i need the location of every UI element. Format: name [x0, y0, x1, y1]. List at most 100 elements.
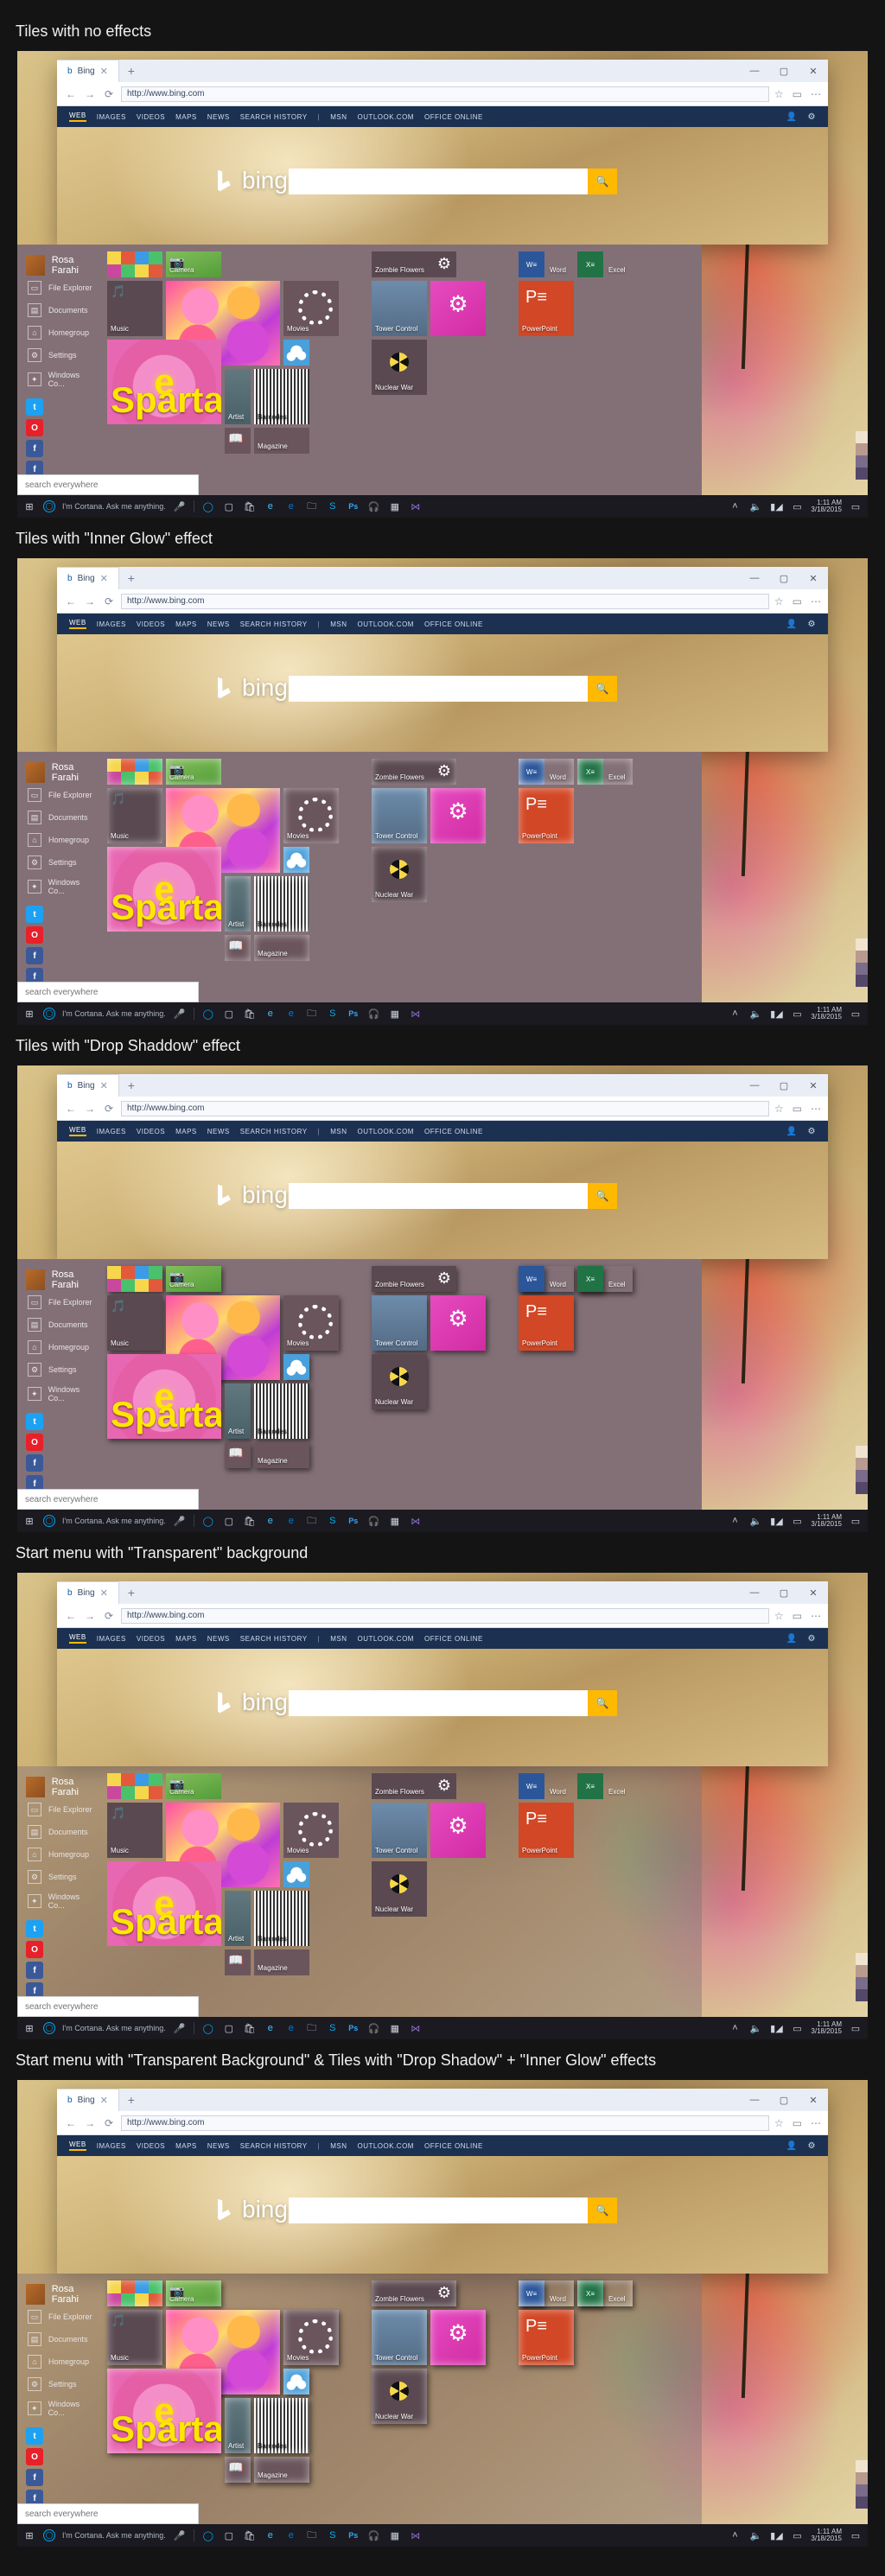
sidebar-item-documents[interactable]: ▤ Documents: [26, 1822, 99, 1842]
sidebar-item-explorer[interactable]: ▭ File Explorer: [26, 785, 99, 805]
bing-settings-icon[interactable]: ⚙: [808, 2141, 816, 2151]
bing-search-input[interactable]: [289, 2198, 588, 2223]
visualstudio-taskbar-icon[interactable]: ⋈: [409, 2530, 423, 2541]
bing-settings-icon[interactable]: ⚙: [808, 620, 816, 629]
sidebar-item-homegroup[interactable]: ⌂ Homegroup: [26, 322, 99, 343]
bing-nav-videos[interactable]: VIDEOS: [137, 1128, 165, 1135]
forward-button[interactable]: →: [83, 2117, 97, 2129]
pinned-twitter[interactable]: t: [26, 906, 43, 923]
bing-nav-news[interactable]: NEWS: [207, 1635, 230, 1643]
speaker-icon[interactable]: 🔈: [748, 501, 762, 512]
pinned-twitter[interactable]: t: [26, 398, 43, 416]
bing-nav-news[interactable]: NEWS: [207, 113, 230, 121]
cortana-prompt[interactable]: I'm Cortana. Ask me anything.: [62, 1009, 166, 1018]
taskview-icon[interactable]: ▢: [222, 1008, 236, 1020]
bing-nav-msn[interactable]: MSN: [330, 1128, 347, 1135]
tile-spartan[interactable]: e Spartan: [107, 2369, 221, 2453]
ie-taskbar-icon[interactable]: e: [264, 2023, 277, 2033]
maximize-button[interactable]: ▢: [769, 2089, 799, 2111]
explorer-taskbar-icon[interactable]: 🗀: [305, 2020, 319, 2037]
pinned-app-red[interactable]: O: [26, 1434, 43, 1451]
explorer-taskbar-icon[interactable]: 🗀: [305, 499, 319, 515]
start-user[interactable]: Rosa Farahi: [26, 1269, 99, 1290]
new-tab-button[interactable]: +: [119, 1581, 143, 1604]
tile-magazine[interactable]: Magazine: [254, 2457, 309, 2483]
mic-icon[interactable]: 🎤: [173, 1516, 187, 1527]
tile-tower-control[interactable]: Tower Control: [372, 788, 427, 843]
url-field[interactable]: http://www.bing.com: [121, 86, 769, 102]
tile-magazine[interactable]: Magazine: [254, 428, 309, 454]
tile-nuclear-war[interactable]: Nuclear War: [372, 1354, 427, 1409]
bing-nav-images[interactable]: IMAGES: [97, 113, 126, 121]
sidebar-item-settings[interactable]: ⚙ Settings: [26, 852, 99, 873]
new-tab-button[interactable]: +: [119, 1074, 143, 1097]
minimize-button[interactable]: —: [740, 567, 769, 589]
bing-nav-outlook[interactable]: OUTLOOK.COM: [357, 1128, 414, 1135]
speaker-icon[interactable]: 🔈: [748, 1008, 762, 1020]
new-tab-button[interactable]: +: [119, 60, 143, 82]
reload-button[interactable]: ⟳: [102, 88, 116, 100]
start-user[interactable]: Rosa Farahi: [26, 255, 99, 276]
photoshop-taskbar-icon[interactable]: Ps: [347, 502, 360, 511]
skype-taskbar-icon[interactable]: S: [326, 501, 340, 512]
tile-movies[interactable]: Movies: [283, 1295, 339, 1351]
bing-nav-web[interactable]: WEB: [69, 111, 86, 122]
tile-settings-pink[interactable]: [430, 2310, 486, 2365]
reload-button[interactable]: ⟳: [102, 1103, 116, 1115]
tile-photos[interactable]: [107, 251, 162, 277]
url-field[interactable]: http://www.bing.com: [121, 1608, 769, 1624]
cortana-icon[interactable]: ◯: [201, 2530, 215, 2541]
tile-excel-label[interactable]: Excel: [577, 251, 633, 277]
battery-icon[interactable]: ▭: [790, 2530, 804, 2541]
speaker-icon[interactable]: 🔈: [748, 2530, 762, 2541]
start-user[interactable]: Rosa Farahi: [26, 2284, 99, 2305]
forward-button[interactable]: →: [83, 1103, 97, 1115]
sidebar-item-explorer[interactable]: ▭ File Explorer: [26, 1799, 99, 1820]
explorer-taskbar-icon[interactable]: 🗀: [305, 1513, 319, 1530]
tile-camera[interactable]: 📷 Camera: [166, 1266, 221, 1292]
cortana-prompt[interactable]: I'm Cortana. Ask me anything.: [62, 1517, 166, 1525]
minimize-button[interactable]: —: [740, 2089, 769, 2111]
start-button[interactable]: ⊞: [22, 1008, 36, 1020]
cortana-prompt[interactable]: I'm Cortana. Ask me anything.: [62, 502, 166, 511]
bing-nav-office[interactable]: OFFICE ONLINE: [424, 113, 483, 121]
close-window-button[interactable]: ✕: [799, 1074, 828, 1097]
maximize-button[interactable]: ▢: [769, 1074, 799, 1097]
bing-nav-msn[interactable]: MSN: [330, 620, 347, 628]
taskview-icon[interactable]: ▢: [222, 1516, 236, 1527]
back-button[interactable]: ←: [64, 1610, 78, 1622]
tile-magazine[interactable]: Magazine: [254, 1949, 309, 1975]
pinned-twitter[interactable]: t: [26, 1413, 43, 1430]
speaker-icon[interactable]: 🔈: [748, 1516, 762, 1527]
mic-icon[interactable]: 🎤: [173, 2023, 187, 2034]
taskview-icon[interactable]: ▢: [222, 2530, 236, 2541]
bing-nav-videos[interactable]: VIDEOS: [137, 620, 165, 628]
minimize-button[interactable]: —: [740, 60, 769, 82]
bing-search-button[interactable]: 🔍: [588, 1183, 617, 1209]
close-window-button[interactable]: ✕: [799, 60, 828, 82]
tile-excel-label[interactable]: Excel: [577, 2280, 633, 2306]
more-icon[interactable]: ⋯: [811, 88, 821, 100]
photoshop-taskbar-icon[interactable]: Ps: [347, 2531, 360, 2540]
tile-movies[interactable]: Movies: [283, 788, 339, 843]
browser-tab-bing[interactable]: b Bing ✕: [57, 1074, 119, 1097]
tile-music[interactable]: 🎵 Music: [107, 1803, 162, 1858]
search-everywhere-input[interactable]: [17, 2503, 199, 2524]
tile-magazine[interactable]: Magazine: [254, 935, 309, 961]
bing-user-icon[interactable]: 👤: [786, 1127, 798, 1136]
bing-nav-videos[interactable]: VIDEOS: [137, 1635, 165, 1643]
headphones-taskbar-icon[interactable]: 🎧: [367, 1008, 381, 1020]
tile-spartan[interactable]: e Spartan: [107, 340, 221, 424]
tile-magazine-sm[interactable]: 📖: [225, 2457, 251, 2483]
sidebar-item-explorer[interactable]: ▭ File Explorer: [26, 2306, 99, 2327]
more-icon[interactable]: ⋯: [811, 2117, 821, 2129]
visualstudio-taskbar-icon[interactable]: ⋈: [409, 501, 423, 512]
bing-nav-web[interactable]: WEB: [69, 619, 86, 629]
tile-excel-label[interactable]: Excel: [577, 759, 633, 785]
bing-nav-maps[interactable]: MAPS: [175, 113, 197, 121]
bing-nav-office[interactable]: OFFICE ONLINE: [424, 1128, 483, 1135]
bing-nav-history[interactable]: SEARCH HISTORY: [240, 113, 308, 121]
close-window-button[interactable]: ✕: [799, 1581, 828, 1604]
taskview-icon[interactable]: ▢: [222, 2023, 236, 2034]
cortana-icon[interactable]: ◯: [201, 501, 215, 512]
